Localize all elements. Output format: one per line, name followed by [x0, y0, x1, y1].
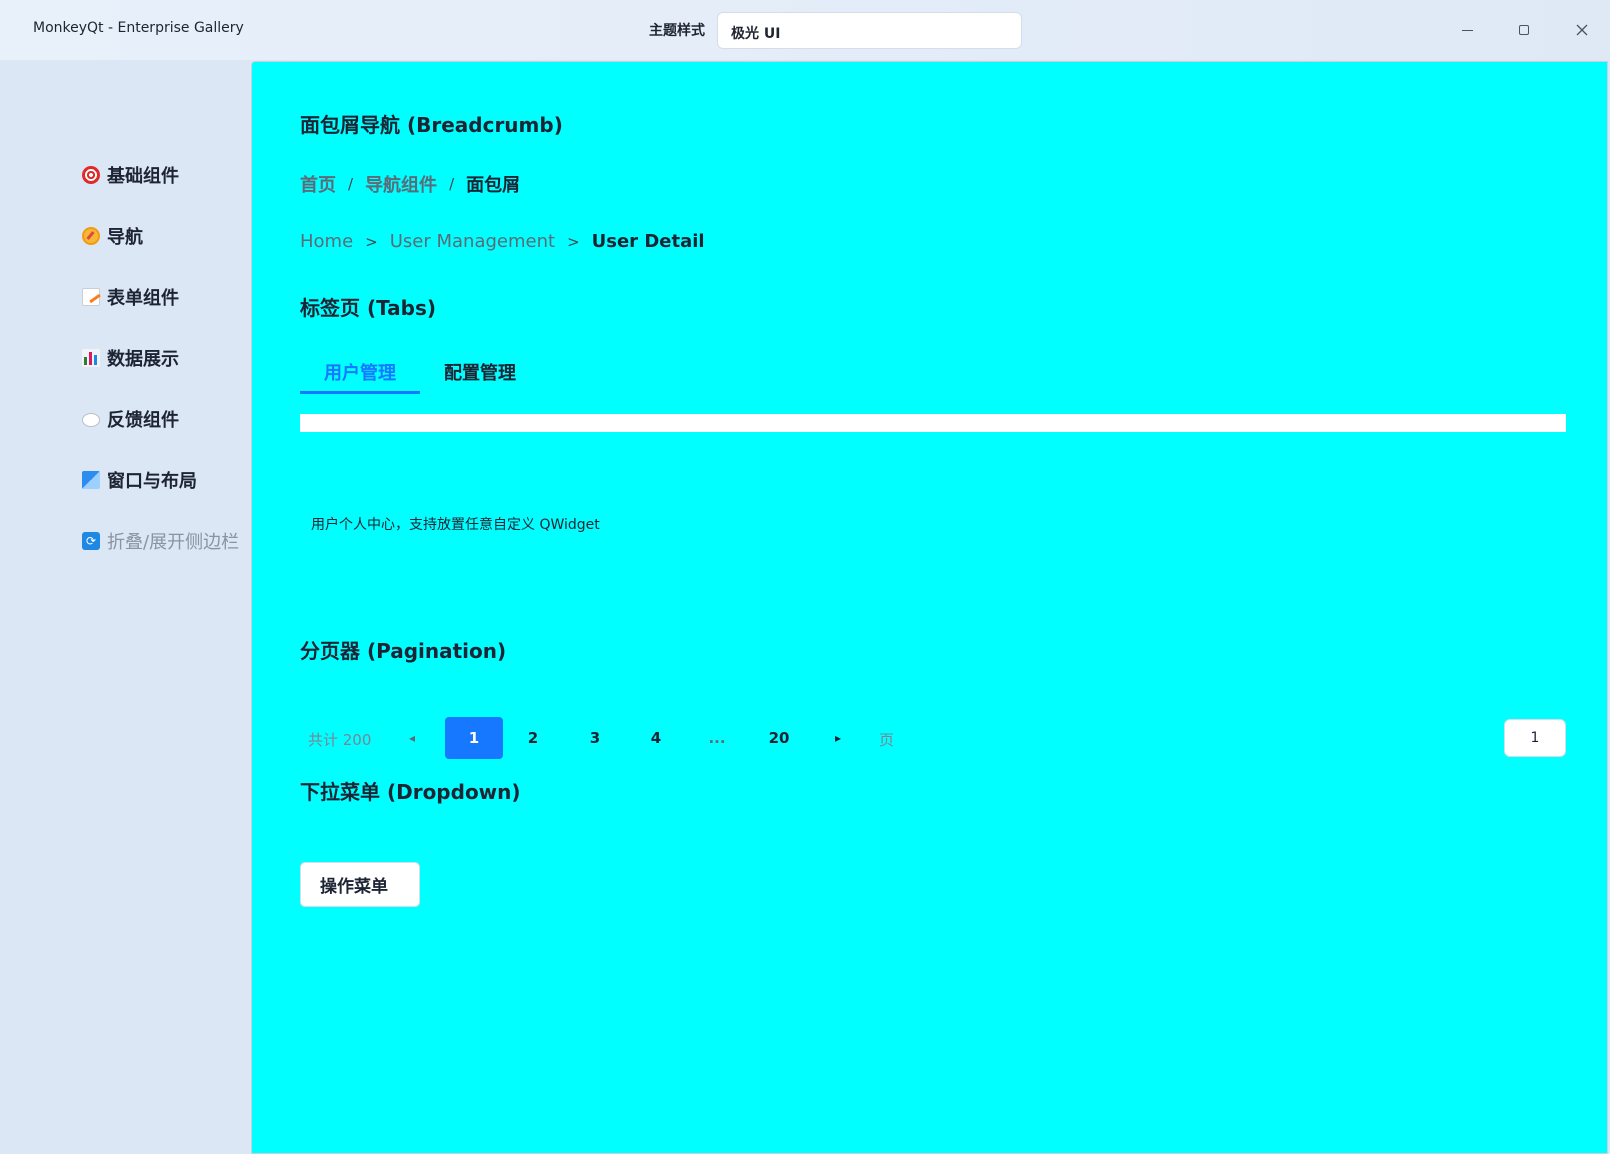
sidebar-item-label: 数据展示: [107, 349, 179, 370]
target-icon: [82, 166, 100, 184]
memo-icon: [82, 288, 100, 306]
breadcrumb-separator: >: [567, 232, 580, 251]
pagination-ellipsis[interactable]: ...: [702, 717, 732, 759]
minimize-button[interactable]: [1455, 18, 1479, 42]
sidebar-item-data-display[interactable]: 数据展示: [82, 343, 247, 373]
bar-chart-icon: [82, 349, 100, 367]
sidebar-item-label: 基础组件: [107, 166, 179, 187]
sidebar-item-label: 窗口与布局: [107, 471, 197, 492]
breadcrumb-en: Home > User Management > User Detail: [300, 231, 705, 252]
sidebar-item-feedback-components[interactable]: 反馈组件: [82, 404, 247, 434]
breadcrumb-separator: /: [449, 175, 455, 193]
sidebar-item-form-components[interactable]: 表单组件: [82, 282, 247, 312]
tab-content-strip: [300, 414, 1566, 432]
pagination-page-label: 页: [879, 731, 895, 749]
main-panel: 面包屑导航 (Breadcrumb) 首页 / 导航组件 / 面包屑 Home …: [251, 61, 1608, 1154]
maximize-button[interactable]: [1512, 18, 1536, 42]
title-bar: MonkeyQt - Enterprise Gallery 主题样式 极光 UI: [0, 0, 1610, 60]
sidebar-item-label: 导航: [107, 227, 143, 248]
app-title: MonkeyQt - Enterprise Gallery: [33, 20, 244, 36]
sidebar-item-label: 表单组件: [107, 288, 179, 309]
sidebar-item-navigation[interactable]: 导航: [82, 221, 247, 251]
sidebar-toggle-collapse[interactable]: ⟳ 折叠/展开侧边栏: [82, 526, 247, 556]
minimize-icon: [1461, 29, 1473, 31]
breadcrumb-current-en: User Detail: [591, 231, 705, 252]
close-icon: [1576, 24, 1588, 36]
sidebar-item-basic-components[interactable]: 基础组件: [82, 160, 247, 190]
tab-config-management[interactable]: 配置管理: [420, 352, 540, 392]
breadcrumb-link-user-management[interactable]: User Management: [390, 231, 555, 252]
pagination-prev-button[interactable]: ◂: [400, 717, 424, 759]
pagination-page-4[interactable]: 4: [641, 717, 671, 759]
breadcrumb-link-home[interactable]: 首页: [300, 171, 336, 197]
breadcrumb-separator: >: [365, 232, 378, 251]
pagination-total: 共计 200: [308, 731, 372, 749]
section-title-pagination: 分页器 (Pagination): [300, 639, 507, 663]
sidebar-item-window-layout[interactable]: 窗口与布局: [82, 465, 247, 495]
window-icon: [82, 471, 100, 489]
breadcrumb-link-home-en[interactable]: Home: [300, 231, 353, 252]
section-title-tabs: 标签页 (Tabs): [300, 296, 437, 320]
pagination: 共计 200 ◂ 1 2 3 4 ... 20 ▸ 页 1: [300, 717, 1566, 761]
section-title-dropdown: 下拉菜单 (Dropdown): [300, 780, 521, 804]
maximize-icon: [1519, 25, 1529, 35]
speech-bubble-icon: [82, 413, 100, 427]
breadcrumb-link-nav-components[interactable]: 导航组件: [365, 171, 437, 197]
section-title-breadcrumb: 面包屑导航 (Breadcrumb): [300, 113, 563, 137]
breadcrumb-separator: /: [348, 175, 354, 193]
compass-icon: [82, 227, 100, 245]
pagination-page-3[interactable]: 3: [580, 717, 610, 759]
pagination-page-1[interactable]: 1: [445, 717, 503, 759]
breadcrumb-cn: 首页 / 导航组件 / 面包屑: [300, 171, 520, 197]
tab-user-management[interactable]: 用户管理: [300, 352, 420, 394]
theme-select[interactable]: 极光 UI: [717, 12, 1022, 49]
action-menu-button[interactable]: 操作菜单: [300, 862, 420, 907]
sidebar-item-label: 反馈组件: [107, 410, 179, 431]
pagination-page-20[interactable]: 20: [761, 717, 797, 759]
pagination-next-button[interactable]: ▸: [826, 717, 850, 759]
sidebar-item-label: 折叠/展开侧边栏: [107, 532, 240, 553]
theme-label: 主题样式: [649, 23, 705, 39]
refresh-icon: ⟳: [82, 532, 100, 550]
pagination-page-2[interactable]: 2: [518, 717, 548, 759]
close-button[interactable]: [1570, 18, 1594, 42]
tab-content-text: 用户个人中心，支持放置任意自定义 QWidget: [311, 517, 600, 533]
pagination-jump-input[interactable]: 1: [1504, 719, 1566, 757]
tab-bar: 用户管理 配置管理: [300, 352, 540, 394]
sidebar: 基础组件 导航 表单组件 数据展示 反馈组件 窗口与布局 ⟳ 折叠/展开侧边栏: [0, 60, 251, 1154]
breadcrumb-current: 面包屑: [466, 175, 521, 196]
